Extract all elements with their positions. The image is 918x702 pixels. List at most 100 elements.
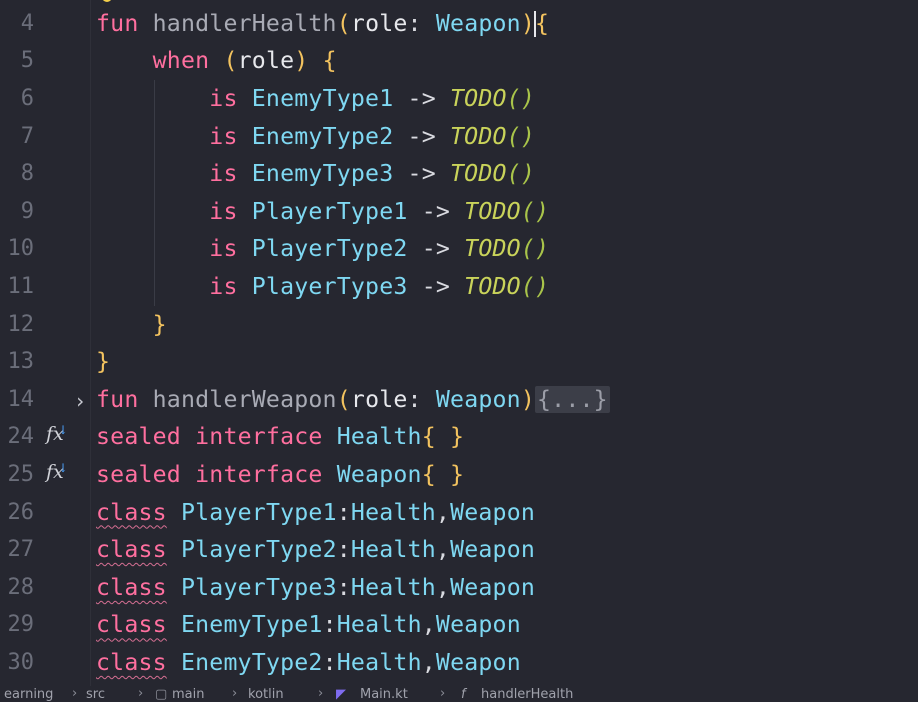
- code-line[interactable]: 27 class PlayerType2:Health,Weapon: [0, 531, 918, 569]
- line-number: 8: [20, 161, 34, 187]
- implemented-marker-icon[interactable]: f ↓ x: [46, 461, 68, 483]
- breadcrumb-item-project[interactable]: earning: [4, 687, 53, 702]
- code-line[interactable]: 13}: [0, 343, 918, 381]
- code-token: is: [96, 160, 252, 188]
- line-number: 26: [7, 499, 35, 525]
- code-text[interactable]: }: [96, 348, 110, 375]
- code-text[interactable]: when (role) {: [96, 47, 337, 74]
- code-token: EnemyType3: [251, 160, 394, 188]
- code-text[interactable]: class EnemyType1:Health,Weapon: [96, 611, 521, 638]
- line-number: 11: [7, 273, 35, 299]
- code-token: Weapon: [435, 611, 521, 639]
- code-line[interactable]: 9 is PlayerType1 -> TODO(): [0, 193, 918, 231]
- code-token: :: [407, 385, 436, 413]
- fold-chevron-icon[interactable]: ›: [74, 389, 86, 413]
- code-token: (: [223, 47, 238, 75]
- code-token: Weapon: [435, 9, 521, 37]
- line-number: 7: [20, 123, 34, 149]
- code-token: ): [294, 47, 309, 75]
- code-line[interactable]: 12 }: [0, 305, 918, 343]
- code-token: is: [96, 84, 252, 112]
- breadcrumb-item-main[interactable]: main: [172, 687, 204, 702]
- code-token: is: [96, 122, 252, 150]
- code-token: TODO: [464, 272, 521, 300]
- code-token: Weapon: [450, 573, 536, 601]
- code-token: PlayerType1: [180, 498, 337, 526]
- code-text[interactable]: sealed interface Weapon{ }: [96, 461, 464, 488]
- code-text[interactable]: is PlayerType3 -> TODO(): [96, 273, 549, 300]
- line-number: 10: [7, 236, 35, 262]
- code-token: PlayerType1: [251, 197, 408, 225]
- code-token: Health: [350, 498, 436, 526]
- code-token: TODO: [450, 122, 507, 150]
- code-token: ->: [393, 84, 451, 112]
- lightbulb-icon[interactable]: [102, 0, 112, 2]
- code-token: is: [96, 272, 252, 300]
- code-token: }: [96, 348, 111, 376]
- code-token: class: [96, 611, 167, 639]
- code-token: {: [535, 9, 550, 37]
- code-token: Weapon: [435, 385, 521, 413]
- code-text[interactable]: is PlayerType2 -> TODO(): [96, 235, 549, 262]
- code-line[interactable]: 6 is EnemyType1 -> TODO(): [0, 80, 918, 118]
- chevron-right-icon: ›: [318, 686, 324, 701]
- code-text[interactable]: is EnemyType2 -> TODO(): [96, 123, 535, 150]
- code-line[interactable]: 26 class PlayerType1:Health,Weapon: [0, 493, 918, 531]
- code-token: Weapon: [336, 460, 422, 488]
- code-editor[interactable]: 4 fun handlerHealth(role: Weapon){5 when …: [0, 0, 918, 686]
- code-line[interactable]: 11 is PlayerType3 -> TODO(): [0, 268, 918, 306]
- code-line[interactable]: 14 › fun handlerWeapon(role: Weapon){...}: [0, 381, 918, 419]
- breadcrumb-item-file[interactable]: Main.kt: [360, 687, 408, 702]
- code-text[interactable]: is EnemyType3 -> TODO(): [96, 160, 535, 187]
- code-token: TODO: [450, 160, 507, 188]
- code-token: :: [336, 573, 351, 601]
- code-token: EnemyType1: [180, 611, 323, 639]
- code-text[interactable]: is EnemyType1 -> TODO(): [96, 85, 535, 112]
- breadcrumb-item-function[interactable]: handlerHealth: [481, 687, 573, 702]
- code-token: fun: [96, 9, 153, 37]
- code-text[interactable]: fun handlerWeapon(role: Weapon){...}: [96, 385, 610, 413]
- code-token: is: [96, 197, 252, 225]
- code-line[interactable]: 4 fun handlerHealth(role: Weapon){: [0, 5, 918, 43]
- chevron-right-icon: ›: [440, 686, 446, 701]
- code-line[interactable]: 29 class EnemyType1:Health,Weapon: [0, 606, 918, 644]
- code-line[interactable]: 28 class PlayerType3:Health,Weapon: [0, 569, 918, 607]
- code-token: role: [237, 47, 295, 75]
- code-text[interactable]: }: [96, 311, 167, 338]
- code-token: ): [520, 9, 536, 37]
- code-token[interactable]: {...}: [535, 385, 610, 413]
- code-line[interactable]: 30 class EnemyType2:Health,Weapon: [0, 644, 918, 682]
- code-token: handlerHealth: [152, 9, 337, 37]
- code-token: class: [96, 648, 167, 676]
- code-text[interactable]: is PlayerType1 -> TODO(): [96, 198, 549, 225]
- breadcrumb-item-kotlin[interactable]: kotlin: [248, 687, 284, 702]
- code-text[interactable]: class EnemyType2:Health,Weapon: [96, 649, 521, 676]
- kotlin-file-icon: ◤: [336, 687, 346, 702]
- code-token: fun: [96, 385, 153, 413]
- code-line[interactable]: 24 f ↓ x sealed interface Health{ }: [0, 418, 918, 456]
- code-token: ,: [435, 536, 451, 564]
- code-token: ->: [407, 235, 465, 263]
- code-token: Health: [336, 423, 422, 451]
- code-text[interactable]: class PlayerType1:Health,Weapon: [96, 499, 535, 526]
- code-text[interactable]: fun handlerHealth(role: Weapon){: [96, 10, 549, 38]
- implemented-marker-icon[interactable]: f ↓ x: [46, 423, 68, 445]
- code-line[interactable]: 25 f ↓ x sealed interface Weapon{ }: [0, 456, 918, 494]
- code-line[interactable]: 8 is EnemyType3 -> TODO(): [0, 155, 918, 193]
- code-token: sealed interface: [96, 460, 337, 488]
- line-number: 29: [7, 612, 35, 638]
- code-text[interactable]: sealed interface Health{ }: [96, 423, 464, 450]
- code-line[interactable]: 5 when (role) {: [0, 42, 918, 80]
- chevron-right-icon: ›: [232, 686, 238, 701]
- code-text[interactable]: class PlayerType2:Health,Weapon: [96, 536, 535, 563]
- code-token: PlayerType2: [180, 536, 337, 564]
- code-text[interactable]: class PlayerType3:Health,Weapon: [96, 574, 535, 601]
- code-token: ->: [393, 160, 451, 188]
- code-line[interactable]: 7 is EnemyType2 -> TODO(): [0, 117, 918, 155]
- module-icon: ▢: [155, 687, 168, 702]
- code-line[interactable]: 10 is PlayerType2 -> TODO(): [0, 230, 918, 268]
- line-number: 30: [7, 649, 35, 675]
- breadcrumb-item-src[interactable]: src: [86, 687, 105, 702]
- code-token: (: [336, 9, 351, 37]
